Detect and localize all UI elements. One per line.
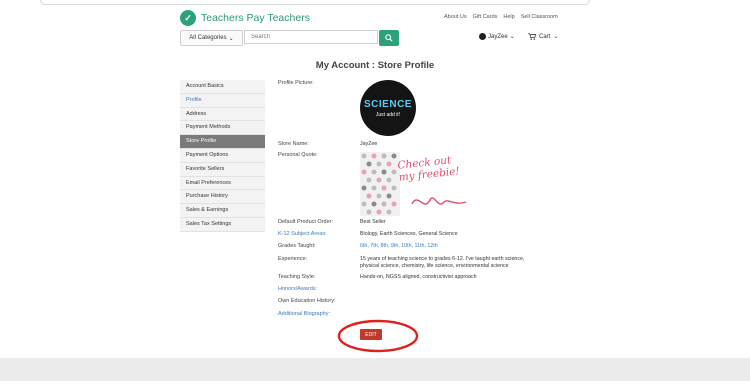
profile-picture-subtitle: Just add it!: [375, 111, 401, 118]
quote-text: Check out my freebie!: [396, 154, 461, 184]
quote-image: [360, 152, 400, 216]
chevron-down-icon: ⌄: [228, 35, 234, 42]
account-sidebar: Account Basics Profile Address Payment Meth…: [180, 80, 265, 232]
cart-icon: [528, 33, 536, 40]
top-links: About Us Gift Cards Help Sell Classroom: [444, 14, 558, 20]
sidebar-item-favorite-sellers[interactable]: Favorite Sellers: [180, 163, 265, 177]
page-footer: [0, 358, 750, 381]
sidebar-item-store-profile[interactable]: Store Profile: [180, 135, 265, 149]
category-label: All Categories: [189, 35, 227, 41]
user-name: JayZee: [488, 33, 508, 40]
sidebar-item-purchase-history[interactable]: Purchase History: [180, 190, 265, 205]
grades-label: Grades Taught:: [278, 243, 316, 249]
search-button[interactable]: [379, 30, 399, 46]
subject-areas-label[interactable]: K-12 Subject Areas:: [278, 231, 327, 237]
search-input[interactable]: [244, 30, 378, 44]
apple-icon: ✓: [180, 10, 196, 26]
default-order-label: Default Product Order:: [278, 219, 334, 225]
page-title: My Account : Store Profile: [315, 60, 435, 71]
annotation-circle: [337, 319, 419, 353]
brand-name: Teachers Pay Teachers: [201, 12, 310, 24]
personal-quote-label: Personal Quote:: [278, 152, 318, 158]
sidebar-item-address[interactable]: Address: [180, 108, 265, 122]
help-link[interactable]: Help: [503, 14, 514, 20]
category-dropdown[interactable]: All Categories ⌄: [180, 30, 243, 46]
cart-label: Cart: [539, 33, 551, 40]
grades-value[interactable]: 6th, 7th, 8th, 9th, 10th, 11th, 12th: [360, 243, 438, 249]
user-menu[interactable]: JayZee ⌄: [479, 33, 515, 40]
sidebar-item-profile[interactable]: Profile: [180, 94, 265, 108]
experience-line-1: 15 years of teaching science to grades 6…: [360, 256, 525, 262]
profile-picture[interactable]: SCIENCE Just add it!: [360, 80, 416, 136]
default-order-value: Best Seller: [360, 219, 386, 225]
search-icon: [385, 34, 393, 42]
education-label: Own Education History:: [278, 298, 336, 304]
additional-bio-label[interactable]: Additional Biography:: [278, 311, 330, 317]
sidebar-item-email-preferences[interactable]: Email Preferences: [180, 177, 265, 191]
experience-line-2: physical science, chemistry, life scienc…: [360, 263, 509, 269]
chevron-down-icon: ⌄: [553, 34, 559, 40]
store-name-value: JayZee: [360, 141, 378, 147]
honors-label[interactable]: Honors/Awards:: [278, 286, 317, 292]
profile-picture-title: SCIENCE: [364, 98, 412, 110]
gift-cards-link[interactable]: Gift Cards: [473, 14, 498, 20]
teaching-style-value: Hands-on, NGSS aligned, constructivist a…: [360, 274, 477, 280]
sidebar-item-payment-methods[interactable]: Payment Methods: [180, 121, 265, 136]
sidebar-item-sales-earnings[interactable]: Sales & Earnings: [180, 204, 265, 218]
store-name-label: Store Name:: [278, 141, 309, 147]
chevron-down-icon: ⌄: [509, 34, 515, 40]
teaching-style-label: Teaching Style:: [278, 274, 316, 280]
about-link[interactable]: About Us: [444, 14, 467, 20]
cart-menu[interactable]: Cart ⌄: [528, 33, 558, 40]
squiggle-decoration: [411, 197, 467, 205]
brand-logo[interactable]: ✓ Teachers Pay Teachers: [180, 10, 310, 26]
dots-pattern: [360, 152, 400, 216]
sell-link[interactable]: Sell Classroom: [521, 14, 558, 20]
browser-strip: [40, 0, 590, 5]
sidebar-item-payment-options[interactable]: Payment Options: [180, 149, 265, 163]
experience-label: Experience:: [278, 256, 308, 262]
sidebar-item-sales-tax-settings[interactable]: Sales Tax Settings: [180, 218, 265, 232]
profile-picture-label: Profile Picture:: [278, 80, 314, 86]
avatar: [479, 33, 486, 40]
sidebar-item-account-basics[interactable]: Account Basics: [180, 80, 265, 94]
subject-areas-value: Biology, Earth Sciences, General Science: [360, 231, 458, 237]
